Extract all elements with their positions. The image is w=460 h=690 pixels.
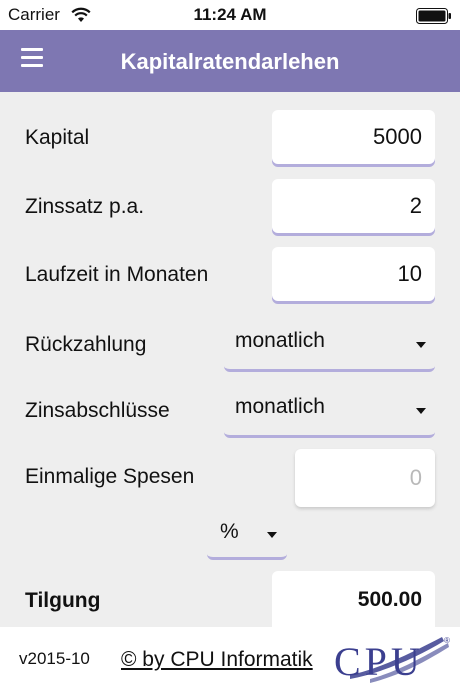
laufzeit-label: Laufzeit in Monaten	[25, 263, 209, 286]
rueckzahlung-value: monatlich	[235, 329, 325, 352]
zinsabschluesse-select[interactable]: monatlich	[224, 390, 435, 438]
laufzeit-input[interactable]: 10	[272, 247, 435, 301]
zinssatz-input[interactable]: 2	[272, 179, 435, 233]
status-bar: Carrier 11:24 AM	[0, 0, 460, 30]
version-label: v2015-10	[19, 649, 90, 668]
zinsabschluesse-value: monatlich	[235, 395, 325, 418]
zinssatz-label: Zinssatz p.a.	[25, 195, 145, 218]
navigation-bar: Kapitalratendarlehen	[0, 30, 460, 92]
footer: v2015-10 © by CPU Informatik CPU ®	[0, 627, 460, 690]
tilgung-label: Tilgung	[25, 589, 101, 612]
svg-text:CPU: CPU	[334, 639, 424, 684]
battery-icon	[416, 8, 451, 24]
rueckzahlung-select[interactable]: monatlich	[224, 324, 435, 372]
spesen-label: Einmalige Spesen	[25, 465, 195, 488]
spesen-input[interactable]: 0	[295, 449, 435, 507]
spesen-unit-select[interactable]: %	[207, 512, 287, 560]
kapital-input[interactable]: 5000	[272, 110, 435, 164]
cpu-logo: CPU ®	[334, 636, 450, 684]
page-title: Kapitalratendarlehen	[120, 49, 340, 74]
tilgung-value: 500.00	[272, 571, 435, 627]
dropdown-arrow-icon	[416, 408, 426, 414]
rueckzahlung-label: Rückzahlung	[25, 333, 147, 356]
copyright-link[interactable]: © by CPU Informatik	[121, 648, 313, 672]
kapital-label: Kapital	[25, 126, 90, 149]
spesen-unit-value: %	[220, 520, 239, 543]
zinsabschluesse-label: Zinsabschlüsse	[25, 399, 170, 422]
svg-text:®: ®	[444, 636, 450, 645]
dropdown-arrow-icon	[267, 532, 277, 538]
dropdown-arrow-icon	[416, 342, 426, 348]
clock: 11:24 AM	[193, 5, 267, 24]
